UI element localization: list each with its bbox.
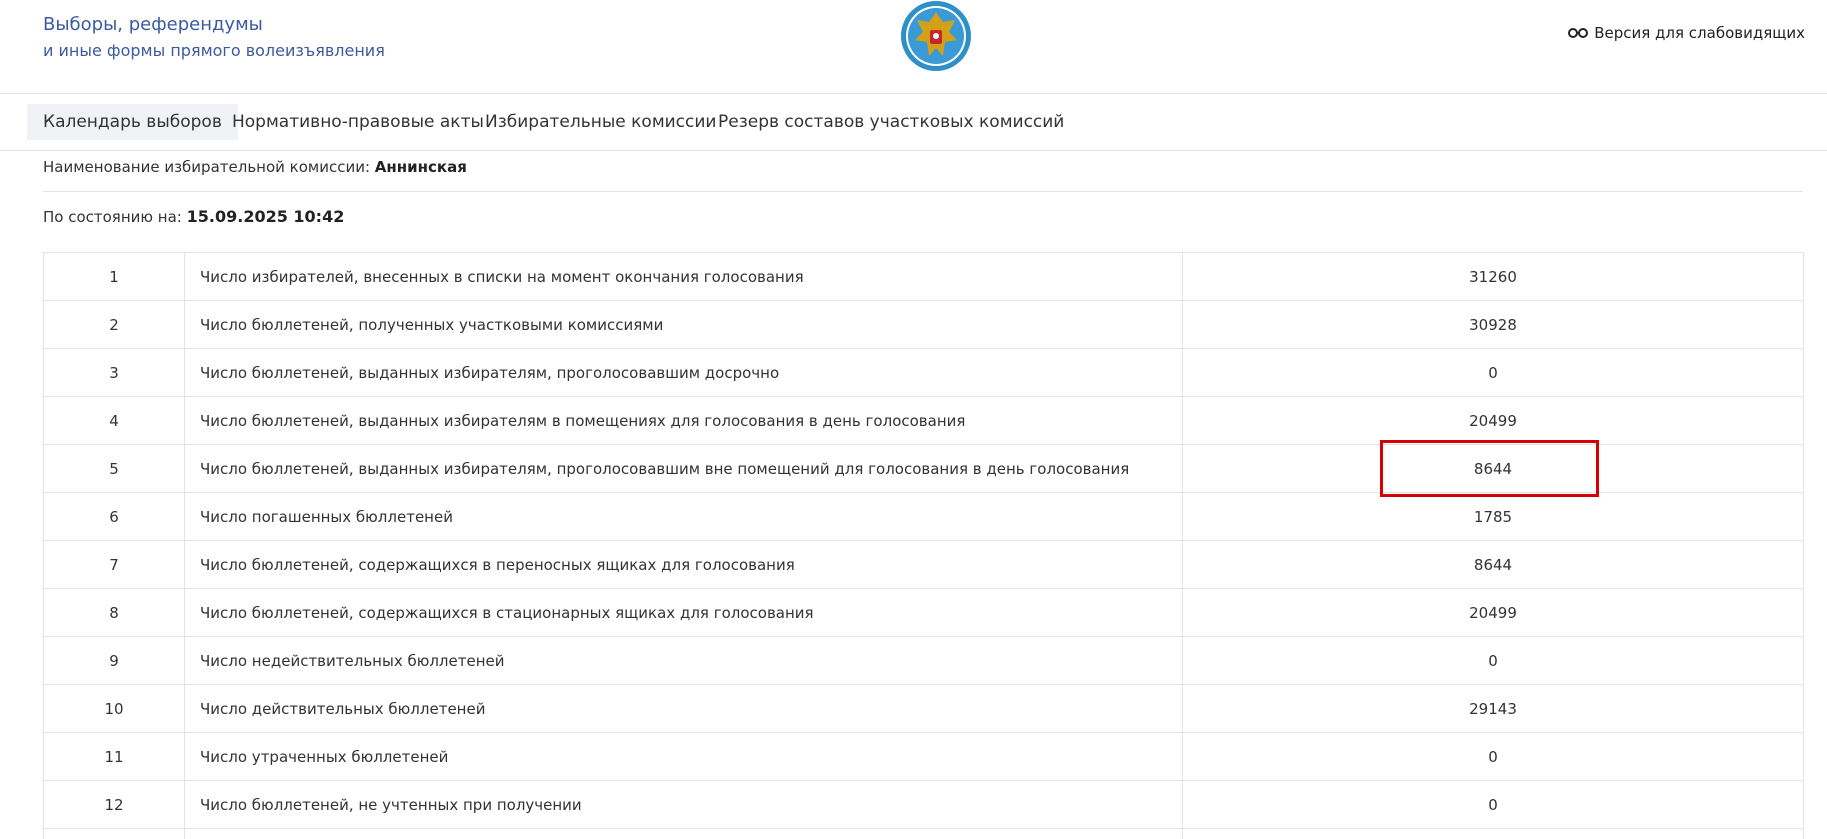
row-label: Число действительных бюллетеней [184,684,1183,733]
table-row: 9 Число недействительных бюллетеней 0 [43,636,1804,685]
table-row: 8 Число бюллетеней, содержащихся в стацио… [43,588,1804,637]
page: Выборы, референдумы и иные формы прямого… [0,0,1827,839]
row-value: 20499 [1182,588,1804,637]
header: Выборы, референдумы и иные формы прямого… [0,0,1827,94]
row-value: 0 [1182,780,1804,829]
row-number: 8 [43,588,185,637]
row-number: 3 [43,348,185,397]
row-number: 11 [43,732,185,781]
row-value: 0 [1182,732,1804,781]
row-label: Число бюллетеней, не учтенных при получе… [184,780,1183,829]
row-value [1182,828,1804,839]
row-label: Число погашенных бюллетеней [184,492,1183,541]
row-number: 2 [43,300,185,349]
row-value: 8644 [1182,540,1804,589]
row-number: 1 [43,252,185,301]
table-row: 4 Число бюллетеней, выданных избирателям … [43,396,1804,445]
highlight-box [1380,440,1599,497]
row-number: 9 [43,636,185,685]
main-nav: Календарь выборов Нормативно-правовые ак… [0,94,1827,151]
row-value: 20499 [1182,396,1804,445]
row-number: 10 [43,684,185,733]
results-table: 1 Число избирателей, внесенных в списки н… [43,252,1804,839]
row-label: Число недействительных бюллетеней [184,636,1183,685]
commission-name: Аннинская [374,158,467,176]
row-value: 29143 [1182,684,1804,733]
nav-item-commission-reserve[interactable]: Резерв составов участковых комиссий [702,104,1080,140]
row-label: Число избирателей, внесенных в списки на… [184,252,1183,301]
row-label [184,828,1183,839]
nav-item-legal-acts[interactable]: Нормативно-правовые акты [216,104,500,140]
row-label: Число бюллетеней, выданных избирателям в… [184,396,1183,445]
row-label: Число утраченных бюллетеней [184,732,1183,781]
row-value: 30928 [1182,300,1804,349]
row-number: 4 [43,396,185,445]
commission-line: Наименование избирательной комиссии: Анн… [43,158,467,176]
row-label: Число бюллетеней, выданных избирателям, … [184,444,1183,493]
commission-label: Наименование избирательной комиссии: [43,158,371,176]
row-number: 5 [43,444,185,493]
row-value: 0 [1182,636,1804,685]
row-label: Число бюллетеней, содержащихся в стацион… [184,588,1183,637]
table-row: 10 Число действительных бюллетеней 29143 [43,684,1804,733]
table-row: 2 Число бюллетеней, полученных участковым… [43,300,1804,349]
table-row: 11 Число утраченных бюллетеней 0 [43,732,1804,781]
divider [43,191,1803,192]
table-row: 1 Число избирателей, внесенных в списки н… [43,252,1804,301]
glasses-icon [1568,28,1589,38]
row-label: Число бюллетеней, содержащихся в перенос… [184,540,1183,589]
nav-item-election-commissions[interactable]: Избирательные комиссии [469,104,732,140]
row-value: 0 [1182,348,1804,397]
row-number [43,828,185,839]
low-vision-label: Версия для слабовидящих [1594,24,1805,42]
row-label: Число бюллетеней, выданных избирателям, … [184,348,1183,397]
table-row: 3 Число бюллетеней, выданных избирателям,… [43,348,1804,397]
table-row: 12 Число бюллетеней, не учтенных при полу… [43,780,1804,829]
status-label: По состоянию на: [43,208,182,226]
table-row [43,828,1804,839]
row-label: Число бюллетеней, полученных участковыми… [184,300,1183,349]
site-subtitle[interactable]: и иные формы прямого волеизъявления [43,39,385,63]
status-datetime: 15.09.2025 10:42 [186,207,345,226]
emblem-icon[interactable] [899,0,973,72]
row-number: 7 [43,540,185,589]
table-row: 7 Число бюллетеней, содержащихся в перено… [43,540,1804,589]
site-title[interactable]: Выборы, референдумы [43,12,263,38]
status-line: По состоянию на: 15.09.2025 10:42 [43,207,344,226]
table-row: 6 Число погашенных бюллетеней 1785 [43,492,1804,541]
row-value: 31260 [1182,252,1804,301]
row-value: 1785 [1182,492,1804,541]
row-number: 12 [43,780,185,829]
nav-item-election-calendar[interactable]: Календарь выборов [27,104,238,140]
row-number: 6 [43,492,185,541]
low-vision-link[interactable]: Версия для слабовидящих [1568,24,1805,42]
